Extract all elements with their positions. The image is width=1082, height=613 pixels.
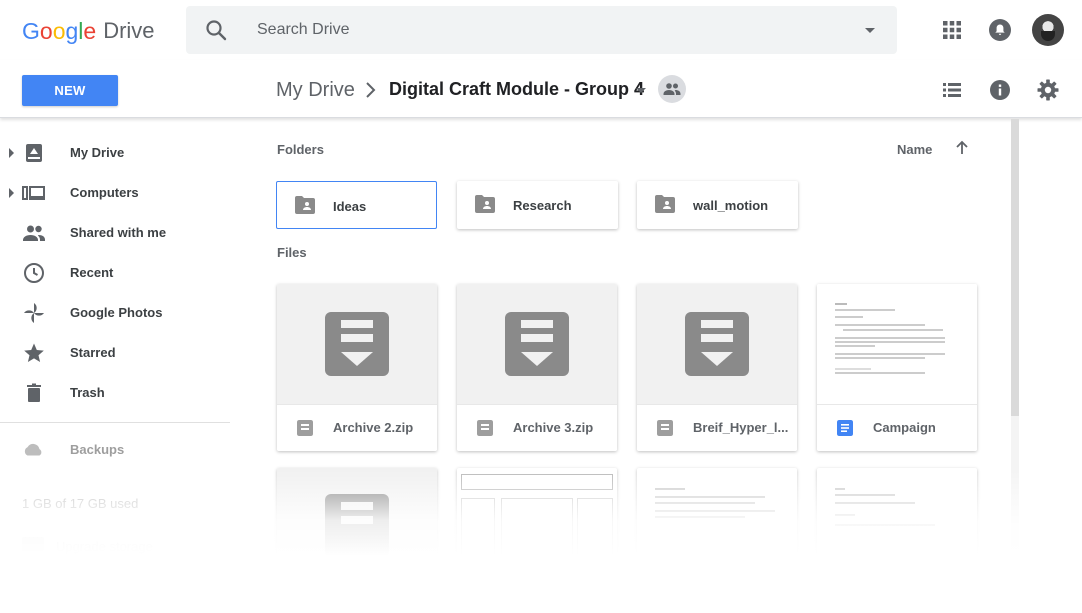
archive-file-icon [297, 420, 313, 436]
folder-wall-motion[interactable]: wall_motion [637, 181, 798, 229]
info-icon[interactable] [988, 78, 1012, 102]
google-drive-logo[interactable]: Google Drive [22, 16, 155, 46]
shared-folder-icon [295, 196, 315, 214]
clock-icon [24, 263, 44, 283]
sidebar-item-label: Trash [70, 385, 105, 400]
archive-icon [685, 312, 749, 376]
apps-grid-icon[interactable] [940, 18, 964, 42]
shared-folder-icon [655, 195, 675, 213]
logo-letter: G [22, 17, 40, 44]
sidebar-item-label: Computers [70, 185, 139, 200]
expand-arrow-icon[interactable] [9, 188, 14, 198]
file-name: Campaign [873, 420, 936, 435]
upgrade-storage-link[interactable]: Upgrade storage [56, 539, 153, 554]
sidebar-item-label: Starred [70, 345, 116, 360]
expand-arrow-icon[interactable] [9, 148, 14, 158]
computers-icon [22, 186, 45, 200]
logo-letter: e [83, 17, 97, 44]
shared-folder-icon[interactable] [658, 75, 686, 103]
storage-icon [22, 537, 44, 551]
scrollbar-thumb[interactable] [1011, 119, 1019, 416]
file-name: Breif_Hyper_l... [693, 420, 789, 435]
top-bar: Google Drive Search Drive [0, 0, 1082, 60]
sidebar-item-google-photos[interactable]: Google Photos [0, 293, 240, 333]
file-card-archive-2[interactable]: Archive 2.zip [277, 284, 437, 451]
sidebar-item-recent[interactable]: Recent [0, 253, 240, 293]
sidebar-item-computers[interactable]: Computers [0, 173, 240, 213]
folder-research[interactable]: Research [457, 181, 618, 229]
sidebar-item-label: Google Photos [70, 305, 163, 320]
file-name: Archive 2.zip [333, 420, 414, 435]
google-wordmark: Google [22, 18, 96, 45]
archive-icon [325, 312, 389, 376]
file-card-campaign[interactable]: Campaign [817, 284, 977, 451]
list-view-icon[interactable] [940, 78, 964, 102]
logo-letter: o [52, 17, 66, 44]
search-icon[interactable] [204, 18, 228, 42]
folder-name: wall_motion [693, 198, 769, 213]
storage-usage-text: 1 GB of 17 GB used [22, 496, 139, 511]
folder-name: Ideas [333, 199, 367, 214]
sidebar: My Drive Computers Shared with me Recent… [0, 119, 250, 613]
sidebar-divider [0, 422, 230, 423]
cloud-icon [24, 443, 42, 456]
chevron-right-icon [366, 82, 376, 98]
trash-icon [27, 383, 41, 402]
file-card[interactable] [817, 468, 977, 613]
star-icon [24, 343, 44, 362]
archive-icon [325, 494, 389, 558]
file-thumbnail [457, 284, 617, 404]
files-section-label: Files [277, 245, 307, 260]
drive-wordmark: Drive [103, 18, 155, 43]
account-avatar[interactable] [1032, 14, 1064, 46]
logo-letter: g [65, 17, 79, 44]
sidebar-item-label: Backups [70, 442, 125, 457]
folder-ideas[interactable]: Ideas [276, 181, 437, 229]
file-card[interactable] [277, 468, 437, 613]
sidebar-item-label: My Drive [70, 145, 125, 160]
new-button[interactable]: NEW [22, 75, 118, 106]
breadcrumb-my-drive[interactable]: My Drive [276, 79, 355, 102]
sidebar-item-label: Shared with me [70, 225, 167, 240]
notifications-bell-icon[interactable] [988, 18, 1012, 42]
sort-by-name-button[interactable]: Name [897, 142, 932, 157]
search-input[interactable]: Search Drive [257, 21, 349, 39]
google-docs-icon [837, 420, 853, 436]
shared-people-icon [23, 225, 45, 241]
file-card[interactable] [637, 468, 797, 613]
sidebar-item-label: Recent [70, 265, 114, 280]
sidebar-item-my-drive[interactable]: My Drive [0, 133, 240, 173]
file-thumbnail [637, 284, 797, 404]
sidebar-item-backups[interactable]: Backups [0, 430, 240, 470]
file-thumbnail [277, 468, 437, 613]
archive-file-icon [657, 420, 673, 436]
folder-name: Research [513, 198, 572, 213]
sidebar-item-starred[interactable]: Starred [0, 333, 240, 373]
archive-file-icon [477, 420, 493, 436]
my-drive-icon [26, 144, 42, 162]
breadcrumb-current-folder[interactable]: Digital Craft Module - Group 4 [389, 79, 644, 100]
file-card-archive-3[interactable]: Archive 3.zip [457, 284, 617, 451]
search-options-dropdown-icon[interactable] [865, 28, 875, 33]
pinwheel-icon [24, 303, 44, 323]
sidebar-item-shared-with-me[interactable]: Shared with me [0, 213, 240, 253]
shared-folder-icon [475, 195, 495, 213]
folders-section-label: Folders [277, 142, 324, 157]
file-card[interactable] [457, 468, 617, 613]
logo-letter: o [39, 17, 53, 44]
search-box[interactable]: Search Drive [186, 6, 897, 54]
settings-gear-icon[interactable] [1036, 78, 1060, 102]
file-name: Archive 3.zip [513, 420, 594, 435]
toolbar: NEW My Drive Digital Craft Module - Grou… [0, 60, 1082, 118]
arrow-up-icon[interactable] [954, 140, 970, 156]
document-preview [817, 284, 977, 404]
folder-menu-dropdown-icon[interactable] [636, 88, 646, 93]
file-card-breif-hyper[interactable]: Breif_Hyper_l... [637, 284, 797, 451]
archive-icon [505, 312, 569, 376]
file-thumbnail [277, 284, 437, 404]
sidebar-item-trash[interactable]: Trash [0, 373, 240, 413]
